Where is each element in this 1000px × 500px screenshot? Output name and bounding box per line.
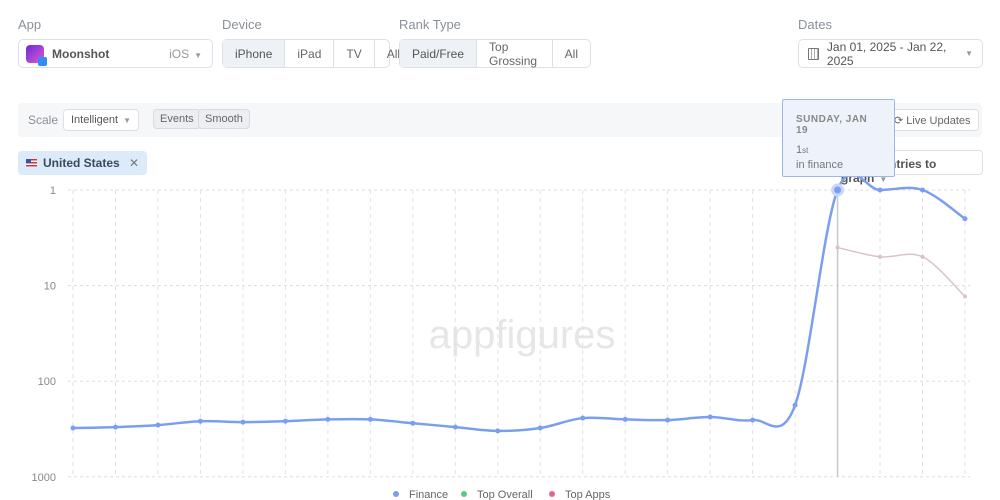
- finance-point[interactable]: [877, 187, 883, 193]
- dates-label: Dates: [798, 17, 832, 32]
- rank-chart: appfigures 1 10 100 1000 Finance Top Overal…: [32, 172, 970, 500]
- finance-point[interactable]: [197, 418, 203, 424]
- device-option-tv[interactable]: TV: [334, 40, 375, 67]
- finance-point[interactable]: [70, 425, 76, 431]
- chevron-down-icon: ▼: [965, 49, 973, 58]
- app-selector[interactable]: Moonshot iOS ▼: [18, 39, 213, 68]
- tooltip-date: SUNDAY, JAN 19: [796, 114, 868, 136]
- legend-finance[interactable]: Finance: [409, 489, 448, 500]
- finance-point[interactable]: [112, 424, 118, 430]
- rank-type-option-paid-free[interactable]: Paid/Free: [400, 40, 478, 67]
- top-apps-point[interactable]: [963, 294, 967, 299]
- top-apps-point[interactable]: [878, 254, 883, 259]
- finance-point[interactable]: [367, 416, 373, 422]
- y-tick-label: 1: [50, 185, 56, 197]
- finance-point[interactable]: [537, 425, 543, 431]
- finance-point[interactable]: [962, 216, 968, 222]
- app-name: Moonshot: [52, 46, 110, 61]
- rank-type-segmented: Paid/Free Top Grossing All: [399, 39, 591, 68]
- top-apps-point[interactable]: [920, 254, 925, 259]
- finance-line: [72, 172, 966, 433]
- refresh-icon: ⟳: [894, 115, 907, 127]
- y-tick-label: 10: [44, 281, 56, 293]
- device-option-ipad[interactable]: iPad: [285, 40, 335, 67]
- finance-point[interactable]: [410, 420, 416, 426]
- app-label: App: [18, 17, 42, 32]
- legend-top-apps-marker: [549, 491, 555, 497]
- date-range-value: Jan 01, 2025 - Jan 22, 2025: [826, 39, 947, 68]
- live-updates-button[interactable]: ⟳ Live Updates: [886, 109, 979, 131]
- tooltip: SUNDAY, JAN 19 1st in finance: [782, 99, 895, 177]
- scale-select[interactable]: Intelligent ▼: [63, 109, 140, 131]
- remove-country-icon[interactable]: ✕: [129, 156, 139, 170]
- finance-point[interactable]: [707, 414, 713, 420]
- legend-finance-marker: [393, 491, 399, 497]
- device-segmented: iPhone iPad TV All: [222, 39, 400, 68]
- platform-select[interactable]: iOS ▼: [169, 47, 202, 61]
- finance-point[interactable]: [792, 402, 798, 408]
- finance-point[interactable]: [622, 416, 628, 422]
- watermark: appfigures: [429, 313, 616, 357]
- finance-point[interactable]: [920, 187, 926, 193]
- country-chip-united-states[interactable]: United States ✕: [18, 151, 148, 175]
- finance-point[interactable]: [155, 422, 161, 428]
- events-toggle[interactable]: Events: [153, 109, 201, 129]
- finance-point[interactable]: [665, 417, 671, 423]
- top-apps-point[interactable]: [835, 245, 840, 250]
- legend-top-apps[interactable]: Top Apps: [565, 489, 611, 500]
- top-apps-line: [837, 246, 966, 298]
- chevron-down-icon: ▼: [194, 50, 202, 60]
- calendar-icon: [808, 47, 819, 60]
- y-tick-label: 100: [38, 376, 56, 388]
- device-option-iphone[interactable]: iPhone: [223, 40, 286, 67]
- finance-point[interactable]: [495, 428, 501, 434]
- legend-top-overall[interactable]: Top Overall: [477, 489, 533, 500]
- finance-point[interactable]: [580, 415, 586, 421]
- rank-type-option-all[interactable]: All: [553, 40, 590, 67]
- tooltip-rank: 1st: [796, 144, 809, 156]
- rank-type-label: Rank Type: [399, 17, 461, 32]
- legend: Finance Top Overall Top Apps: [393, 489, 611, 500]
- date-range-picker[interactable]: Jan 01, 2025 - Jan 22, 2025 ▼: [798, 39, 983, 68]
- legend-top-overall-marker: [461, 491, 467, 497]
- smooth-toggle[interactable]: Smooth: [198, 109, 250, 129]
- finance-point[interactable]: [282, 418, 288, 424]
- finance-point[interactable]: [750, 417, 756, 423]
- finance-point[interactable]: [452, 424, 458, 430]
- finance-point[interactable]: [325, 416, 331, 422]
- scale-label: Scale: [28, 113, 59, 127]
- hover-point[interactable]: [831, 183, 845, 197]
- finance-point[interactable]: [240, 419, 246, 425]
- finance-point[interactable]: [835, 187, 841, 193]
- y-tick-label: 1000: [32, 472, 56, 484]
- device-label: Device: [222, 17, 262, 32]
- us-flag-icon: [26, 159, 37, 167]
- chevron-down-icon: ▼: [123, 116, 132, 125]
- rank-type-option-top-grossing[interactable]: Top Grossing: [477, 40, 553, 68]
- tooltip-category: in finance: [796, 159, 844, 171]
- app-icon: [26, 44, 47, 66]
